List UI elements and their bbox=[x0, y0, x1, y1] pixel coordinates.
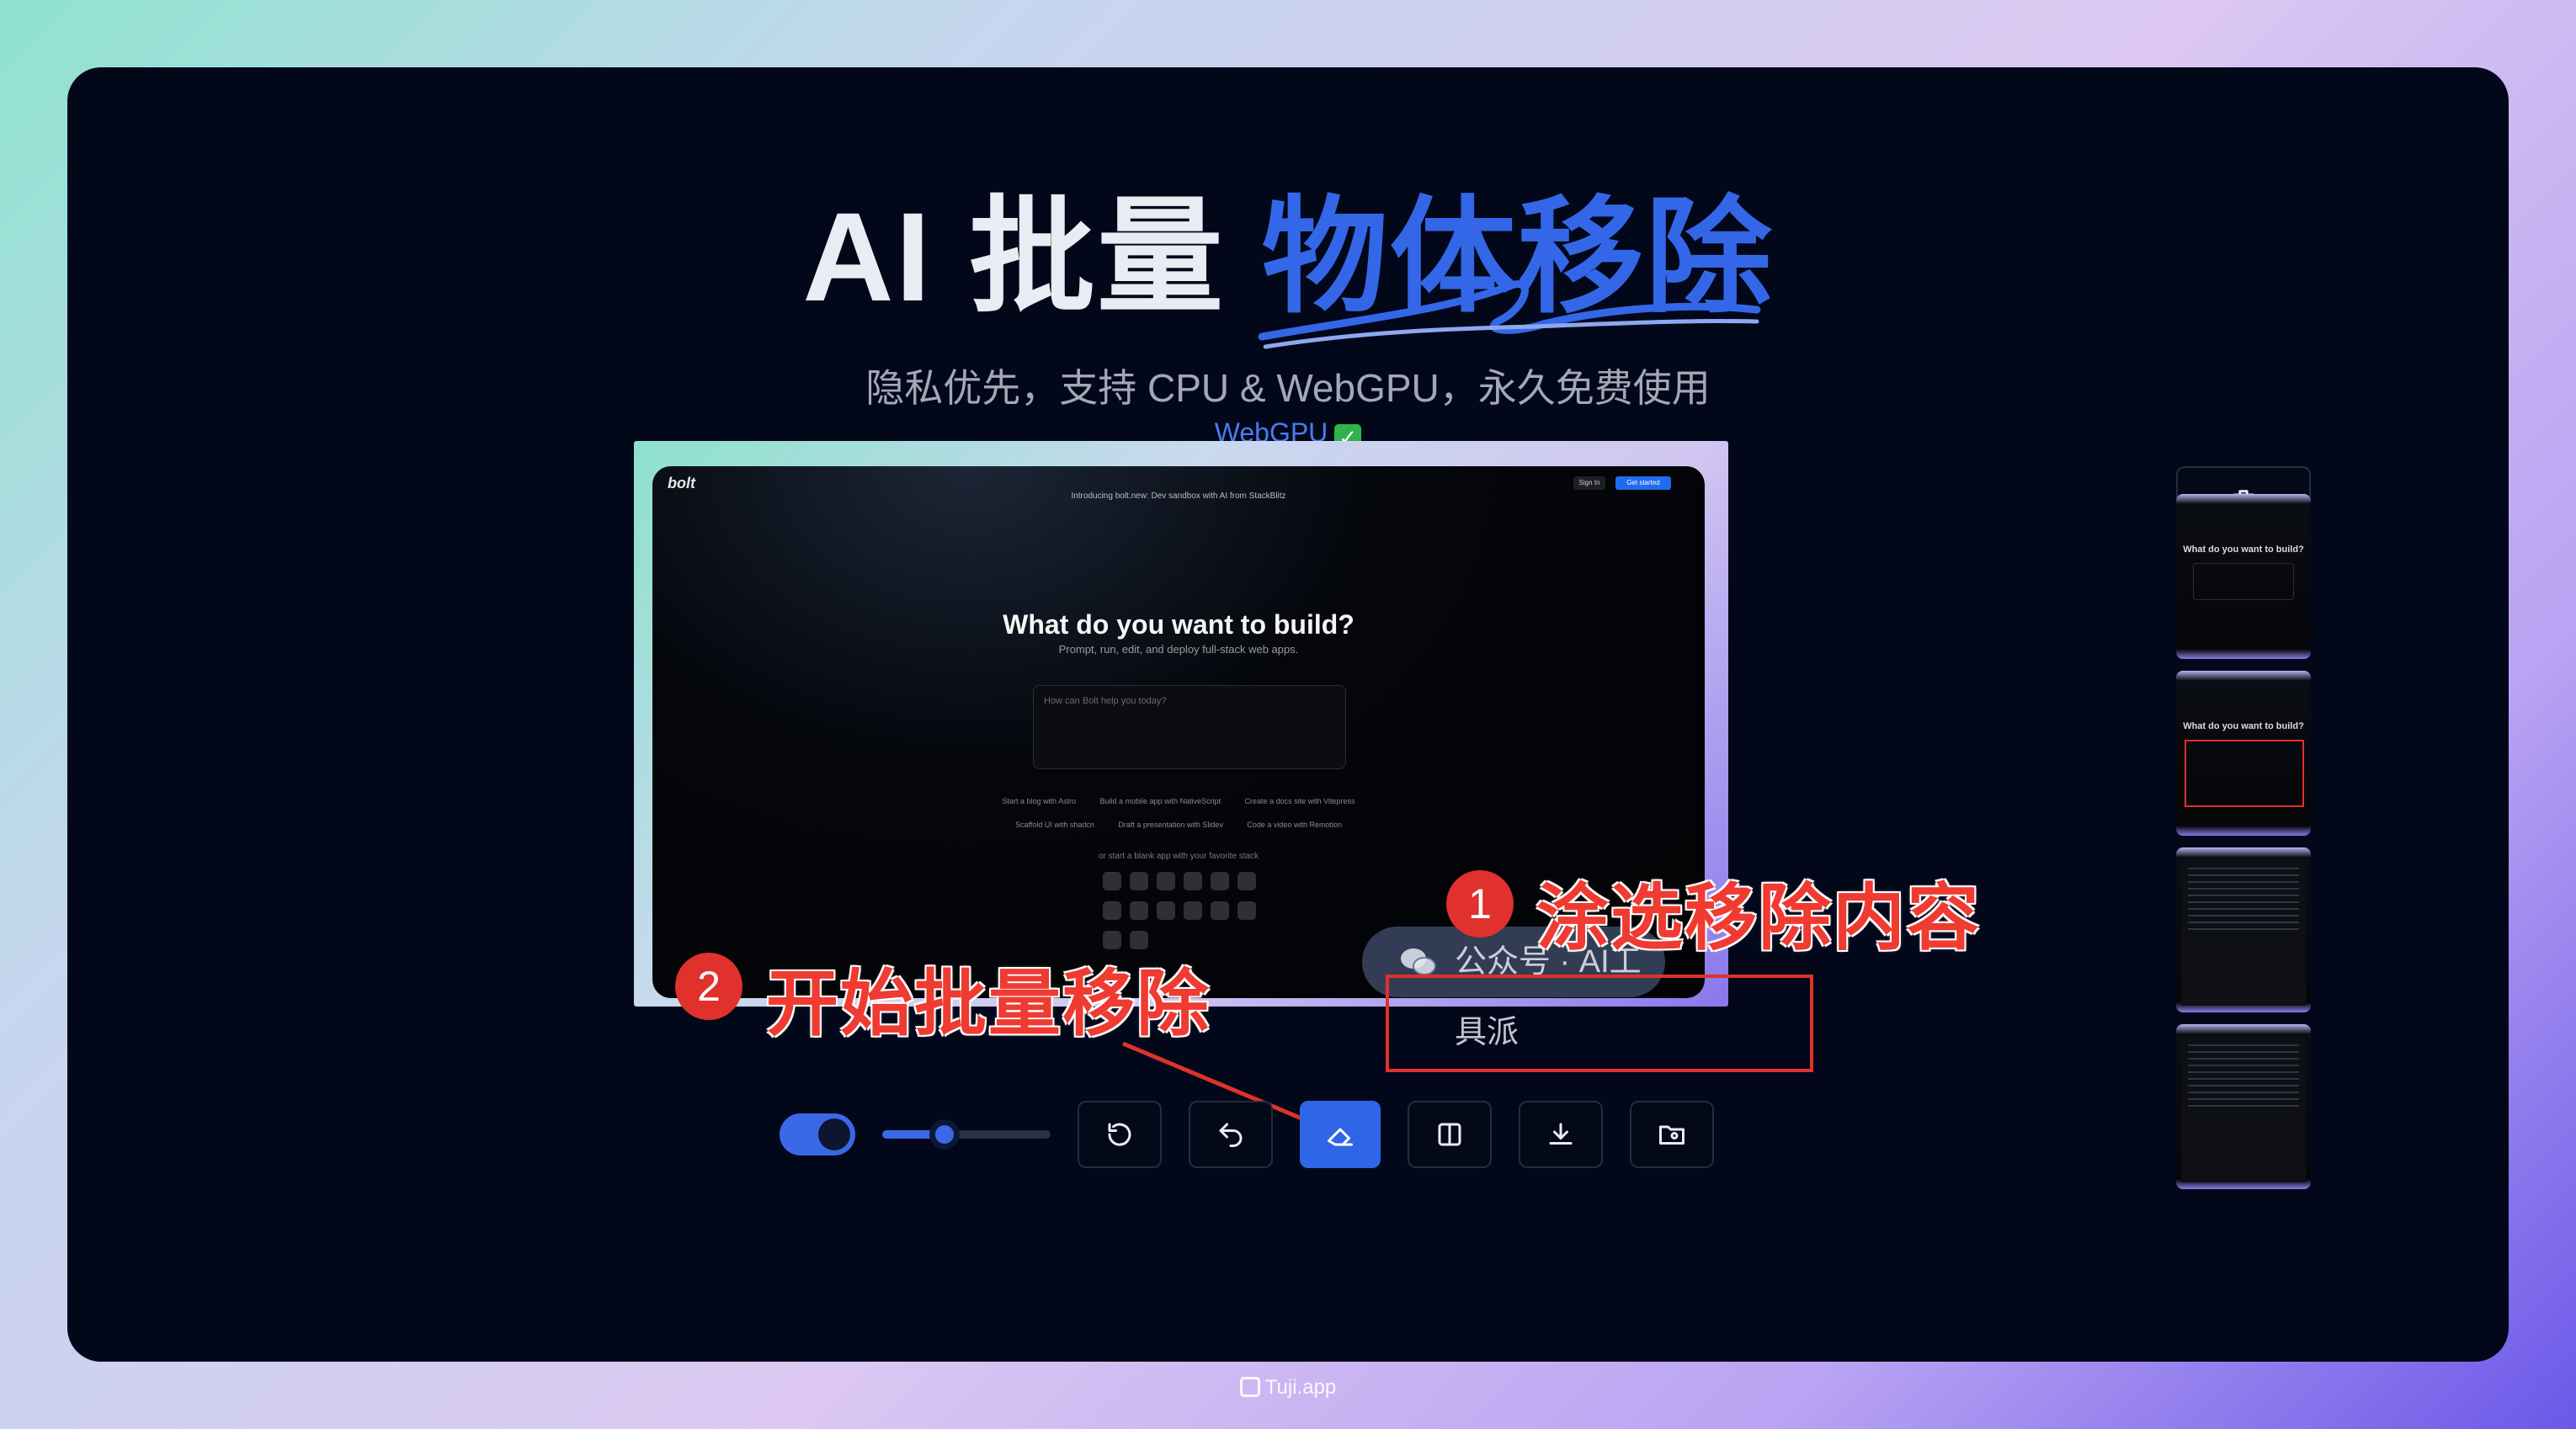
thumbnail-mask-region bbox=[2185, 740, 2304, 807]
step-1-badge: 1 bbox=[1446, 870, 1514, 938]
get-started-button: Get started bbox=[1615, 476, 1671, 490]
download-icon bbox=[1549, 1123, 1573, 1145]
toggle-knob bbox=[818, 1118, 850, 1150]
chip: Scaffold UI with shadcn bbox=[1015, 821, 1094, 829]
undo-button[interactable] bbox=[1189, 1101, 1273, 1168]
reset-icon bbox=[1108, 1123, 1131, 1146]
batch-download-button[interactable] bbox=[1630, 1101, 1714, 1168]
thumbnail-text: What do you want to build? bbox=[2183, 545, 2304, 555]
title-accent: 物体移除 bbox=[1258, 185, 1774, 349]
erase-button[interactable] bbox=[1300, 1101, 1381, 1168]
folder-image-icon bbox=[1659, 1125, 1685, 1145]
thumbnail-input bbox=[2193, 563, 2294, 600]
thumbnail-code-screen bbox=[2181, 1039, 2306, 1182]
thumbnail-1[interactable]: What do you want to build? bbox=[2176, 494, 2311, 659]
thumbnail-2[interactable]: What do you want to build? bbox=[2176, 671, 2311, 836]
step-1-label: 涂选移除内容 bbox=[1536, 878, 1981, 959]
chip: Create a docs site with Vitepress bbox=[1244, 797, 1355, 805]
slider-thumb[interactable] bbox=[929, 1119, 960, 1150]
framework-icons bbox=[1099, 869, 1284, 949]
preview-chips: Start a blog with Astro Build a mobile a… bbox=[652, 793, 1705, 840]
footer-brand-text: Tuji.app bbox=[1264, 1376, 1337, 1399]
chip: Build a mobile app with NativeScript bbox=[1099, 797, 1221, 805]
preview-prompt-box: How can Bolt help you today? bbox=[1033, 685, 1346, 769]
page-subtitle: 隐私优先，支持 CPU & WebGPU，永久免费使用 bbox=[865, 366, 1711, 410]
thumbnail-4[interactable] bbox=[2176, 1024, 2311, 1189]
page-title: AI 批量 物体移除 bbox=[67, 185, 2509, 349]
thumbnail-code-screen bbox=[2181, 863, 2306, 1006]
compare-button[interactable] bbox=[1408, 1101, 1492, 1168]
step-2-badge: 2 bbox=[675, 953, 742, 1020]
download-button[interactable] bbox=[1519, 1101, 1603, 1168]
selected-region-highlight bbox=[1386, 975, 1813, 1072]
chip: Start a blog with Astro bbox=[1002, 797, 1077, 805]
announcement-text: Introducing bolt.new: Dev sandbox with A… bbox=[1071, 491, 1286, 501]
footer-brand: Tuji.app bbox=[0, 1376, 2576, 1400]
preview-subheadline: Prompt, run, edit, and deploy full-stack… bbox=[1058, 643, 1299, 656]
brush-size-slider[interactable] bbox=[882, 1119, 1051, 1150]
scribble-underline-icon bbox=[1258, 280, 1761, 349]
sign-in-button: Sign In bbox=[1573, 476, 1605, 490]
bolt-logo: bolt bbox=[668, 475, 695, 491]
auto-mode-toggle[interactable] bbox=[780, 1113, 855, 1155]
thumbnail-3[interactable] bbox=[2176, 847, 2311, 1012]
eraser-icon bbox=[1328, 1128, 1353, 1146]
chip: Draft a presentation with Slidev bbox=[1118, 821, 1223, 829]
chip: Code a video with Remotion bbox=[1247, 821, 1342, 829]
undo-icon bbox=[1219, 1123, 1243, 1147]
reset-button[interactable] bbox=[1078, 1101, 1162, 1168]
tuji-logo-icon bbox=[1239, 1377, 1260, 1397]
wechat-icon bbox=[1401, 948, 1436, 975]
thumbnail-text: What do you want to build? bbox=[2183, 721, 2304, 731]
preview-headline: What do you want to build? bbox=[1003, 609, 1355, 640]
compare-icon bbox=[1438, 1123, 1461, 1146]
preview-prompt-placeholder: How can Bolt help you today? bbox=[1044, 696, 1167, 706]
title-prefix: AI 批量 bbox=[802, 186, 1225, 327]
